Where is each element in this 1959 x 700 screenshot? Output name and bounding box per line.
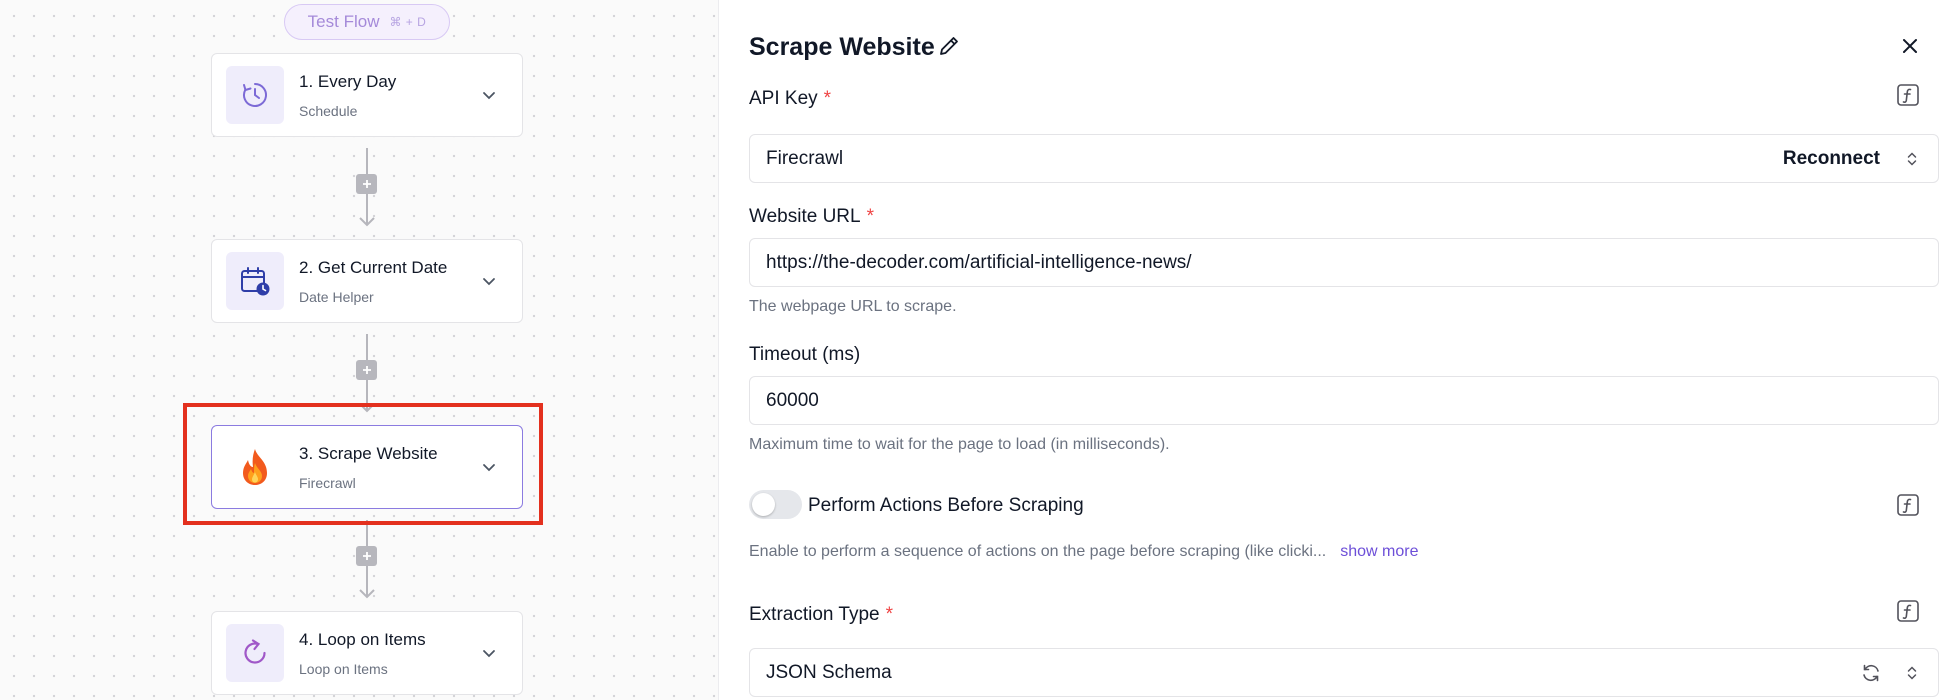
arrow-down-icon xyxy=(359,589,375,599)
website-url-value: https://the-decoder.com/artificial-intel… xyxy=(766,251,1192,273)
timeout-input[interactable]: 60000 xyxy=(749,376,1939,425)
required-marker: * xyxy=(823,88,832,109)
perform-actions-help: Enable to perform a sequence of actions … xyxy=(749,543,1418,561)
step-settings-panel: Scrape Website API Key * Firecrawl Reconn… xyxy=(719,0,1959,700)
flow-step-get-current-date[interactable]: 2. Get Current Date Date Helper xyxy=(211,239,523,323)
required-marker: * xyxy=(866,206,874,227)
chevron-down-icon[interactable] xyxy=(472,78,506,112)
api-key-value: Firecrawl xyxy=(766,147,844,169)
step-subtitle: Schedule xyxy=(299,102,358,119)
timeout-label: Timeout (ms) xyxy=(749,344,861,365)
arrow-down-icon xyxy=(359,217,375,227)
fire-icon xyxy=(226,438,284,496)
api-key-label-text: API Key xyxy=(749,88,818,109)
add-step-button[interactable] xyxy=(356,174,377,194)
perform-actions-help-text: Enable to perform a sequence of actions … xyxy=(749,543,1327,560)
flow-step-every-day[interactable]: 1. Every Day Schedule xyxy=(211,53,523,137)
chevron-up-down-icon xyxy=(1900,147,1924,171)
function-toggle-icon[interactable] xyxy=(1895,598,1921,624)
plus-icon xyxy=(362,180,371,188)
extraction-type-label-text: Extraction Type xyxy=(749,604,880,625)
timeout-help: Maximum time to wait for the page to loa… xyxy=(749,436,1170,453)
step-subtitle: Firecrawl xyxy=(299,474,356,491)
refresh-icon[interactable] xyxy=(1858,660,1884,686)
function-toggle-icon[interactable] xyxy=(1895,82,1921,108)
chevron-up-down-icon xyxy=(1900,661,1924,685)
loop-icon xyxy=(226,624,284,682)
add-step-button[interactable] xyxy=(356,360,377,380)
reconnect-button[interactable]: Reconnect xyxy=(1783,148,1880,170)
extraction-type-select[interactable]: JSON Schema xyxy=(749,648,1939,697)
required-marker: * xyxy=(885,604,894,625)
api-key-select[interactable]: Firecrawl Reconnect xyxy=(749,134,1939,183)
function-toggle-icon[interactable] xyxy=(1895,492,1921,518)
website-url-label-text: Website URL xyxy=(749,206,861,227)
extraction-type-label: Extraction Type * xyxy=(749,604,893,626)
step-title: 1. Every Day xyxy=(299,71,397,91)
close-icon[interactable] xyxy=(1897,33,1923,59)
timeout-value: 60000 xyxy=(766,389,819,411)
website-url-label: Website URL * xyxy=(749,206,874,228)
step-title: 4. Loop on Items xyxy=(299,629,426,649)
step-title: 3. Scrape Website xyxy=(299,443,438,463)
calendar-clock-icon xyxy=(226,252,284,310)
flow-canvas[interactable]: Test Flow ⌘ + D 1. Every Day Schedule 2.… xyxy=(0,0,718,700)
chevron-down-icon[interactable] xyxy=(472,636,506,670)
pencil-icon[interactable] xyxy=(936,33,962,59)
show-more-link[interactable]: show more xyxy=(1340,543,1418,560)
extraction-type-value: JSON Schema xyxy=(766,661,892,683)
schedule-clock-icon xyxy=(226,66,284,124)
test-flow-label: Test Flow xyxy=(307,12,380,31)
step-title: 2. Get Current Date xyxy=(299,257,448,277)
perform-actions-label: Perform Actions Before Scraping xyxy=(808,495,1084,516)
website-url-help: The webpage URL to scrape. xyxy=(749,298,957,315)
api-key-label: API Key * xyxy=(749,88,831,110)
add-step-button[interactable] xyxy=(356,546,377,566)
chevron-down-icon[interactable] xyxy=(472,450,506,484)
perform-actions-toggle[interactable] xyxy=(749,490,802,519)
flow-step-loop-on-items[interactable]: 4. Loop on Items Loop on Items xyxy=(211,611,523,695)
test-flow-button[interactable]: Test Flow ⌘ + D xyxy=(284,4,450,40)
test-flow-shortcut: ⌘ + D xyxy=(389,15,427,29)
website-url-input[interactable]: https://the-decoder.com/artificial-intel… xyxy=(749,238,1939,287)
step-subtitle: Loop on Items xyxy=(299,660,388,677)
plus-icon xyxy=(362,366,371,374)
flow-step-scrape-website[interactable]: 3. Scrape Website Firecrawl xyxy=(211,425,523,509)
step-subtitle: Date Helper xyxy=(299,288,374,305)
chevron-down-icon[interactable] xyxy=(472,264,506,298)
panel-title: Scrape Website xyxy=(749,33,935,61)
toggle-knob xyxy=(752,493,775,516)
plus-icon xyxy=(362,552,371,560)
arrow-down-icon xyxy=(359,403,375,413)
